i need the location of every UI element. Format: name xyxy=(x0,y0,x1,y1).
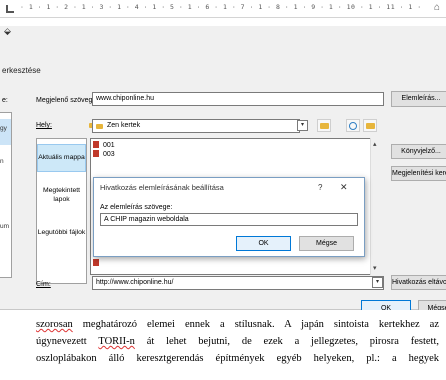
close-icon[interactable]: ✕ xyxy=(340,182,348,193)
text-to-display-label: Megjelenő szöveg: xyxy=(36,97,95,104)
link-to-label: e: xyxy=(2,97,8,104)
text-to-display-input[interactable]: www.chiponline.hu xyxy=(92,92,384,106)
screentip-ok-button[interactable]: OK xyxy=(236,236,291,251)
back-arrow-icon[interactable]: ⬙ xyxy=(4,26,11,37)
file-list-scrollbar[interactable]: ▴ ▾ xyxy=(370,138,381,275)
places-bar: Aktuális mappa Megtekintett lapok Legutó… xyxy=(36,138,87,284)
screentip-text-label: Az elemleírás szövege: xyxy=(100,204,173,211)
list-item[interactable] xyxy=(93,259,103,268)
browse-web-button[interactable] xyxy=(346,119,360,132)
screentip-dialog: Hivatkozás elemleírásának beállítása ? ✕… xyxy=(93,177,365,257)
doc-word: szorosan xyxy=(36,319,73,330)
link-to-panel: gy n um xyxy=(0,112,12,278)
place-browsed-pages[interactable]: Megtekintett lapok xyxy=(37,187,86,204)
doc-line-1: szorosan meghatározó elemei ennek a stíl… xyxy=(36,319,439,330)
help-icon[interactable]: ? xyxy=(318,183,322,192)
doc-text: úgynevezett xyxy=(36,336,99,347)
place-current-folder[interactable]: Aktuális mappa xyxy=(37,144,86,172)
html-file-icon xyxy=(93,150,99,157)
scroll-down-icon[interactable]: ▾ xyxy=(373,264,377,272)
doc-text: meghatározó elemei ennek a stílusnak. A … xyxy=(72,319,439,330)
link-to-existing-file[interactable] xyxy=(0,119,11,145)
target-frame-button[interactable]: Megjelenítési keret... xyxy=(391,166,446,181)
link-to-item-2[interactable]: n xyxy=(0,158,4,165)
doc-word: TORII-n xyxy=(98,336,135,347)
look-in-combo[interactable]: Zen kertek xyxy=(92,119,300,133)
doc-line-3: oszloplábakon álló keresztgerendás építm… xyxy=(36,353,439,364)
chevron-down-icon[interactable]: ▾ xyxy=(297,120,308,131)
screentip-dialog-title: Hivatkozás elemleírásának beállítása xyxy=(100,183,224,192)
link-to-item-3[interactable]: um xyxy=(0,223,9,230)
place-recent-files[interactable]: Legutóbbi fájlok xyxy=(37,229,86,238)
address-chevron-down-icon[interactable]: ▾ xyxy=(372,277,383,288)
link-to-item-1[interactable]: gy xyxy=(0,125,7,132)
html-file-icon xyxy=(93,141,99,148)
dialog-title: erkesztése xyxy=(2,66,41,75)
screentip-text-input[interactable]: A CHIP magazin weboldala xyxy=(100,213,358,226)
html-file-icon xyxy=(93,259,99,266)
screentip-cancel-button[interactable]: Mégse xyxy=(299,236,354,251)
bookmark-button[interactable]: Könyvjelző... xyxy=(391,144,446,159)
globe-icon xyxy=(349,122,357,130)
open-folder-icon xyxy=(366,123,375,129)
list-item[interactable]: 001 xyxy=(93,141,115,150)
dialog-top-strip xyxy=(0,18,446,26)
address-combo[interactable]: http://www.chiponline.hu/ xyxy=(92,276,384,290)
document-body[interactable]: szorosan meghatározó elemei ennek a stíl… xyxy=(0,310,446,380)
ruler-marks: · 1 · 1 · 2 · 1 · 3 · 1 · 4 · 1 · 5 · 1 … xyxy=(20,3,426,11)
look-in-label: Hely: xyxy=(36,122,52,129)
tab-stop-icon[interactable] xyxy=(6,5,14,13)
scroll-up-icon[interactable]: ▴ xyxy=(373,140,377,148)
look-in-folder-icon xyxy=(96,124,103,129)
browse-file-button[interactable] xyxy=(363,119,377,132)
doc-text: át lehet bejutni, de ezek a jellegzetes,… xyxy=(134,336,439,347)
indent-marker-icon[interactable]: ⌂ xyxy=(434,2,440,13)
screentip-button[interactable]: Elemleírás... xyxy=(391,91,446,107)
list-item[interactable]: 003 xyxy=(93,150,115,159)
ruler: · 1 · 1 · 2 · 1 · 3 · 1 · 4 · 1 · 5 · 1 … xyxy=(0,0,446,18)
address-label: Cím: xyxy=(36,281,51,288)
edit-hyperlink-dialog: ⬙ erkesztése e: Megjelenő szöveg: www.ch… xyxy=(0,18,446,317)
remove-link-button[interactable]: Hivatkozás eltávolítása xyxy=(391,275,446,290)
doc-line-2: úgynevezett TORII-n át lehet bejutni, de… xyxy=(36,336,439,347)
up-folder-icon xyxy=(320,123,329,129)
up-folder-button[interactable] xyxy=(317,119,331,132)
